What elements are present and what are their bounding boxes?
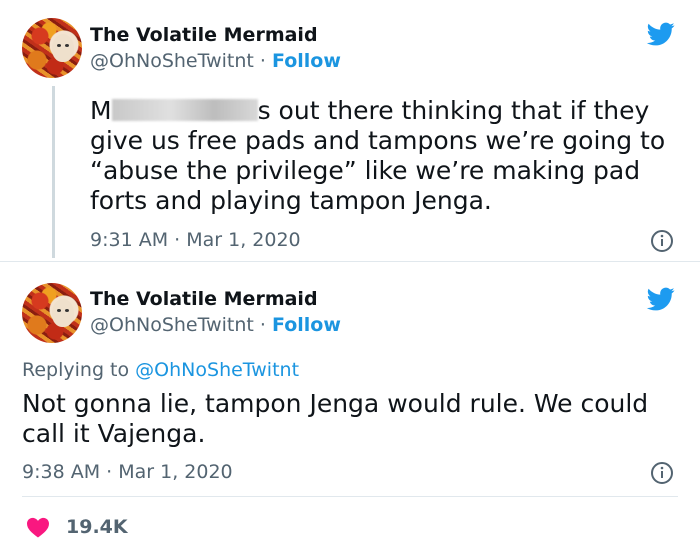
divider: [22, 496, 678, 497]
tweet-timestamp[interactable]: 9:38 AM · Mar 1, 2020: [22, 461, 233, 483]
twitter-bird-icon[interactable]: [645, 20, 677, 48]
separator: ·: [259, 314, 266, 336]
tweet-text: Ms out there thinking that if they give …: [90, 96, 680, 216]
like-count: 19.4K: [66, 516, 128, 538]
tweet-reply: The Volatile Mermaid @OhNoSheTwitnt · Fo…: [0, 263, 700, 552]
replying-mention[interactable]: @OhNoSheTwitnt: [135, 359, 299, 381]
info-icon[interactable]: [650, 229, 674, 253]
replying-to: Replying to @OhNoSheTwitnt: [22, 359, 299, 381]
like-button[interactable]: 19.4K: [26, 514, 128, 540]
handle-line: @OhNoSheTwitnt · Follow: [90, 314, 341, 336]
follow-button[interactable]: Follow: [272, 50, 341, 72]
avatar[interactable]: [22, 283, 82, 343]
tweet-text-start: M: [90, 96, 112, 125]
follow-button[interactable]: Follow: [272, 314, 341, 336]
thread-line: [52, 86, 55, 258]
tweet-timestamp[interactable]: 9:31 AM · Mar 1, 2020: [90, 229, 301, 251]
handle-line: @OhNoSheTwitnt · Follow: [90, 50, 341, 72]
avatar[interactable]: [22, 18, 82, 78]
author-name[interactable]: The Volatile Mermaid: [90, 24, 318, 46]
author-name[interactable]: The Volatile Mermaid: [90, 288, 318, 310]
author-handle[interactable]: @OhNoSheTwitnt: [90, 314, 254, 336]
info-icon[interactable]: [650, 461, 674, 485]
replying-prefix: Replying to: [22, 359, 130, 381]
author-handle[interactable]: @OhNoSheTwitnt: [90, 50, 254, 72]
tweet-text: Not gonna lie, tampon Jenga would rule. …: [22, 389, 649, 448]
tweet-original: The Volatile Mermaid @OhNoSheTwitnt · Fo…: [0, 0, 700, 262]
heart-icon[interactable]: [26, 516, 50, 538]
redacted-text: [111, 99, 258, 121]
twitter-bird-icon[interactable]: [645, 285, 677, 313]
separator: ·: [259, 50, 266, 72]
